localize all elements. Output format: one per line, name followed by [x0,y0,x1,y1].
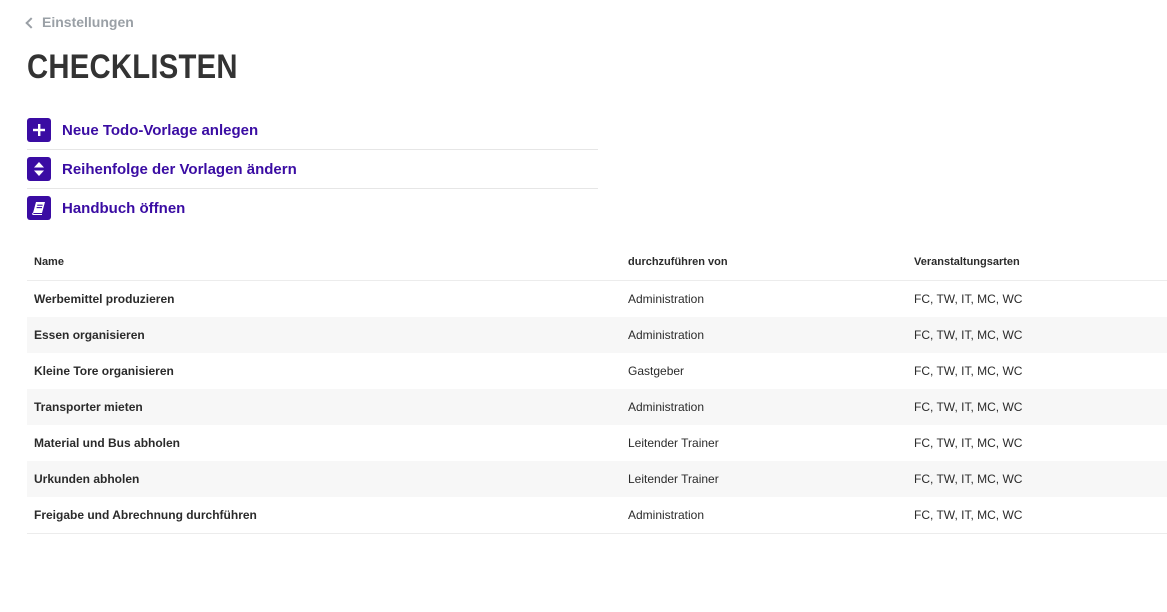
column-header-responsible[interactable]: durchzuführen von [621,244,907,281]
breadcrumb-back-link[interactable]: Einstellungen [25,14,134,30]
table-row[interactable]: Werbemittel produzieren Administration F… [27,281,1167,318]
table-row[interactable]: Transporter mieten Administration FC, TW… [27,389,1167,425]
chevron-left-icon [25,16,37,29]
table-row[interactable]: Kleine Tore organisieren Gastgeber FC, T… [27,353,1167,389]
open-manual-button[interactable]: Handbuch öffnen [27,189,598,227]
new-todo-template-button[interactable]: Neue Todo-Vorlage anlegen [27,111,598,150]
cell-responsible: Leitender Trainer [628,436,719,450]
cell-name: Kleine Tore organisieren [34,364,174,378]
action-list: Neue Todo-Vorlage anlegen Reihenfolge de… [27,111,598,227]
cell-responsible: Administration [621,497,907,534]
table-header-row: Name durchzuführen von Veranstaltungsart… [27,244,1167,281]
reorder-templates-button[interactable]: Reihenfolge der Vorlagen ändern [27,150,598,189]
action-label: Reihenfolge der Vorlagen ändern [62,160,297,178]
cell-name: Material und Bus abholen [34,436,181,450]
cell-responsible: Administration [628,400,705,414]
page-title: CHECKLISTEN [27,48,238,86]
column-header-event-types[interactable]: Veranstaltungsarten [907,244,1167,281]
cell-event-types: FC, TW, IT, MC, WC [914,292,1023,306]
cell-name: Essen organisieren [34,328,145,342]
table-row[interactable]: Freigabe und Abrechnung durchführen Admi… [27,497,1167,534]
cell-responsible: Administration [628,292,705,306]
cell-event-types: FC, TW, IT, MC, WC [914,400,1023,414]
action-label: Handbuch öffnen [62,199,186,217]
cell-event-types: FC, TW, IT, MC, WC [914,472,1023,486]
cell-responsible: Administration [628,328,705,342]
breadcrumb-label: Einstellungen [42,14,134,30]
cell-name: Transporter mieten [34,400,143,414]
table-row[interactable]: Material und Bus abholen Leitender Train… [27,425,1167,461]
cell-name: Urkunden abholen [34,472,140,486]
page: Einstellungen CHECKLISTEN Neue Todo-Vorl… [0,0,1167,612]
plus-icon [27,118,51,142]
cell-event-types: FC, TW, IT, MC, WC [914,436,1023,450]
cell-name: Freigabe und Abrechnung durchführen [27,497,621,534]
book-icon [27,196,51,220]
cell-event-types: FC, TW, IT, MC, WC [914,364,1023,378]
action-label: Neue Todo-Vorlage anlegen [62,121,259,139]
sort-icon [27,157,51,181]
checklist-table: Name durchzuführen von Veranstaltungsart… [27,244,1167,534]
cell-name: Werbemittel produzieren [34,292,175,306]
cell-event-types: FC, TW, IT, MC, WC [907,497,1167,534]
table-row[interactable]: Urkunden abholen Leitender Trainer FC, T… [27,461,1167,497]
cell-responsible: Leitender Trainer [628,472,719,486]
cell-event-types: FC, TW, IT, MC, WC [914,328,1023,342]
table-row[interactable]: Essen organisieren Administration FC, TW… [27,317,1167,353]
column-header-name[interactable]: Name [27,244,621,281]
cell-responsible: Gastgeber [628,364,685,378]
